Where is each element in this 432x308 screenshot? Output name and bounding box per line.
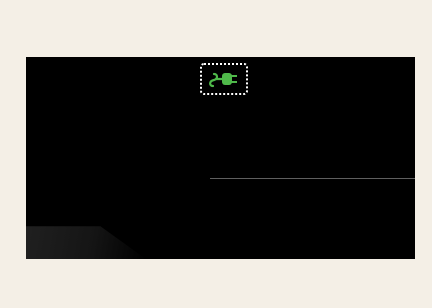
horizontal-divider [210, 178, 415, 179]
page [0, 0, 432, 308]
device-screen [26, 57, 415, 259]
corner-shadow [26, 226, 146, 259]
ethernet-plug-icon [209, 72, 237, 88]
connection-indicator-highlight [200, 63, 248, 95]
